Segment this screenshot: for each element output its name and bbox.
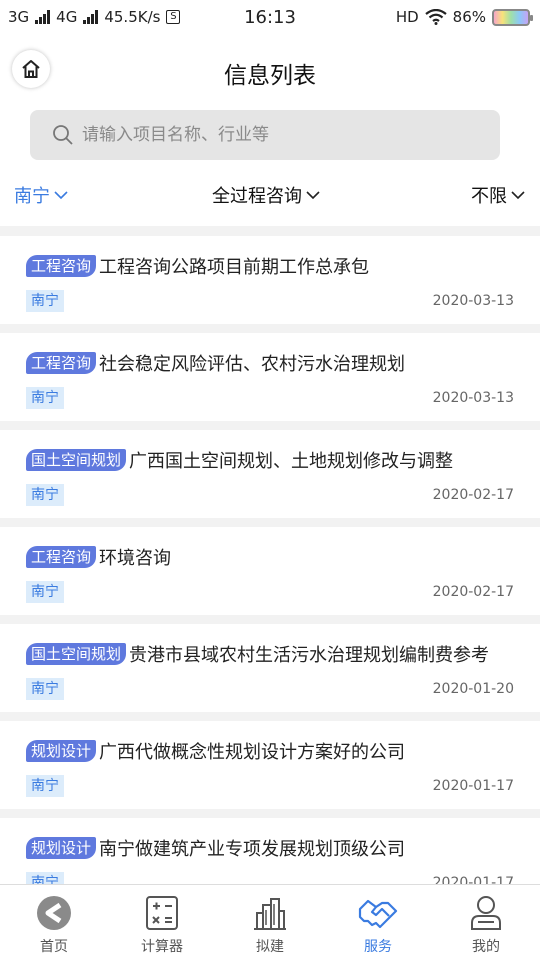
list-item[interactable]: 规划设计 广西代做概念性规划设计方案好的公司 南宁 2020-01-17 xyxy=(0,721,540,809)
tab-mine[interactable]: 我的 xyxy=(432,885,540,960)
tab-home-label: 首页 xyxy=(40,939,68,955)
item-title-text: 环境咨询 xyxy=(99,548,172,569)
item-title: 工程咨询 社会稳定风险评估、农村污水治理规划 xyxy=(26,351,514,379)
list-item[interactable]: 国土空间规划 广西国土空间规划、土地规划修改与调整 南宁 2020-02-17 xyxy=(0,430,540,518)
range-filter-label: 不限 xyxy=(471,186,507,207)
item-title: 国土空间规划 贵港市县域农村生活污水治理规划编制费参考 xyxy=(26,642,514,670)
battery-percent: 86% xyxy=(452,8,486,26)
back-arrow-icon xyxy=(37,896,71,930)
list-item[interactable]: 工程咨询 社会稳定风险评估、农村污水治理规划 南宁 2020-03-13 xyxy=(0,333,540,421)
tab-proposed[interactable]: 拟建 xyxy=(216,885,324,960)
item-date: 2020-03-13 xyxy=(432,293,514,309)
item-date: 2020-03-13 xyxy=(432,390,514,406)
item-title-text: 贵港市县域农村生活污水治理规划编制费参考 xyxy=(129,645,490,666)
tab-proposed-label: 拟建 xyxy=(256,939,284,955)
city-filter-label: 南宁 xyxy=(14,186,50,207)
search-icon xyxy=(53,125,73,145)
chevron-down-icon xyxy=(306,191,320,200)
item-date: 2020-01-17 xyxy=(432,778,514,794)
status-bar: 3G 4G 45.5K/s S 16:13 HD 86% xyxy=(0,0,540,36)
filter-bar: 南宁 全过程咨询 不限 xyxy=(0,166,540,226)
item-title-text: 社会稳定风险评估、农村污水治理规划 xyxy=(99,354,406,375)
item-title: 工程咨询 环境咨询 xyxy=(26,545,514,573)
city-tag: 南宁 xyxy=(26,387,64,409)
item-title: 规划设计 广西代做概念性规划设计方案好的公司 xyxy=(26,739,514,767)
city-tag: 南宁 xyxy=(26,678,64,700)
buildings-icon xyxy=(254,898,286,930)
city-filter[interactable]: 南宁 xyxy=(14,182,69,208)
item-title: 工程咨询 工程咨询公路项目前期工作总承包 xyxy=(26,254,514,282)
category-tag: 国土空间规划 xyxy=(26,643,127,665)
category-tag: 工程咨询 xyxy=(26,546,97,568)
category-filter[interactable]: 全过程咨询 xyxy=(212,182,321,208)
item-date: 2020-02-17 xyxy=(432,584,514,600)
battery-icon xyxy=(492,8,533,26)
item-title: 规划设计 南宁做建筑产业专项发展规划顶级公司 xyxy=(26,836,514,864)
item-title-text: 南宁做建筑产业专项发展规划顶级公司 xyxy=(99,839,406,860)
category-filter-label: 全过程咨询 xyxy=(212,186,302,207)
category-tag: 工程咨询 xyxy=(26,352,97,374)
item-date: 2020-01-20 xyxy=(432,681,514,697)
list-item[interactable]: 工程咨询 环境咨询 南宁 2020-02-17 xyxy=(0,527,540,615)
city-tag: 南宁 xyxy=(26,775,64,797)
tab-calculator-label: 计算器 xyxy=(141,939,183,955)
category-tag: 工程咨询 xyxy=(26,255,97,277)
item-title-text: 工程咨询公路项目前期工作总承包 xyxy=(99,257,370,278)
handshake-icon xyxy=(358,899,398,929)
page-title: 信息列表 xyxy=(224,63,316,89)
range-filter[interactable]: 不限 xyxy=(471,182,526,208)
chevron-down-icon xyxy=(54,191,68,200)
item-title: 国土空间规划 广西国土空间规划、土地规划修改与调整 xyxy=(26,448,514,476)
item-title-text: 广西国土空间规划、土地规划修改与调整 xyxy=(129,451,454,472)
tab-calculator[interactable]: 计算器 xyxy=(108,885,216,960)
status-right: HD 86% xyxy=(395,8,533,26)
item-date: 2020-02-17 xyxy=(432,487,514,503)
search-box[interactable] xyxy=(30,110,500,160)
category-tag: 规划设计 xyxy=(26,837,97,859)
list-item[interactable]: 工程咨询 工程咨询公路项目前期工作总承包 南宁 2020-03-13 xyxy=(0,236,540,324)
tab-home[interactable]: 首页 xyxy=(0,885,108,960)
item-title-text: 广西代做概念性规划设计方案好的公司 xyxy=(99,742,406,763)
category-tag: 规划设计 xyxy=(26,740,97,762)
search-bar xyxy=(0,104,540,166)
bottom-tab-bar: 首页 计算器 拟建 服务 我的 xyxy=(0,884,540,960)
city-tag: 南宁 xyxy=(26,581,64,603)
category-tag: 国土空间规划 xyxy=(26,449,127,471)
tab-service[interactable]: 服务 xyxy=(324,885,432,960)
header: 信息列表 xyxy=(0,36,540,104)
hd-label: HD xyxy=(395,8,419,26)
info-list: 工程咨询 工程咨询公路项目前期工作总承包 南宁 2020-03-13 工程咨询 社会稳… xyxy=(0,236,540,915)
city-tag: 南宁 xyxy=(26,484,64,506)
tab-mine-label: 我的 xyxy=(472,939,500,955)
search-input[interactable] xyxy=(82,125,482,145)
wifi-icon xyxy=(424,9,447,25)
chevron-down-icon xyxy=(511,191,525,200)
calculator-icon xyxy=(146,896,178,930)
city-tag: 南宁 xyxy=(26,290,64,312)
user-icon xyxy=(471,896,501,930)
tab-service-label: 服务 xyxy=(364,939,392,955)
list-item[interactable]: 国土空间规划 贵港市县域农村生活污水治理规划编制费参考 南宁 2020-01-20 xyxy=(0,624,540,712)
